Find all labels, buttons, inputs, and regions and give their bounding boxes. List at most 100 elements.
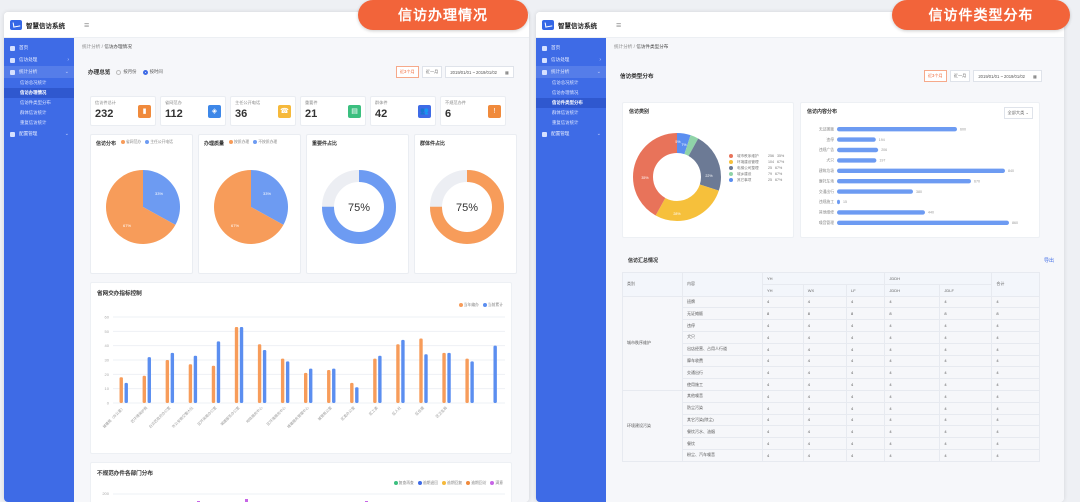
table-row[interactable]: 其它污染(除尘) 4 4 4 4 4 4 bbox=[623, 413, 1040, 427]
sidebar-item-handling[interactable]: 信访处理 › bbox=[536, 54, 606, 66]
table-row[interactable]: 犬只 4 4 4 4 4 4 bbox=[623, 330, 1040, 344]
table-row[interactable]: 使用施工 4 4 4 4 4 4 bbox=[623, 378, 1040, 391]
bar[interactable] bbox=[332, 368, 336, 403]
bar[interactable] bbox=[355, 387, 359, 403]
bar[interactable] bbox=[119, 377, 123, 403]
bar[interactable] bbox=[465, 358, 469, 403]
bar[interactable] bbox=[837, 168, 1005, 173]
sidebar-item-statistics[interactable]: 统计分析 ⌄ bbox=[536, 66, 606, 78]
bar-chart-title: 省网交办指标控制 bbox=[97, 291, 142, 297]
bar[interactable] bbox=[837, 137, 876, 142]
table-row[interactable]: 餐饮 4 4 4 4 4 4 bbox=[623, 437, 1040, 450]
breadcrumb-parent[interactable]: 统计分析 bbox=[614, 44, 632, 49]
bar[interactable] bbox=[350, 382, 354, 403]
export-button[interactable]: 导出 bbox=[1044, 257, 1054, 264]
table-row[interactable]: 防尘污染 4 4 4 4 4 4 bbox=[623, 401, 1040, 415]
table-row[interactable]: 出店经营、占用人行道 4 4 4 4 4 4 bbox=[623, 342, 1040, 356]
bar[interactable] bbox=[442, 352, 446, 403]
sidebar-sub-repeat[interactable]: 重复信访统计 bbox=[536, 118, 606, 128]
bar[interactable] bbox=[837, 220, 1009, 225]
table-row[interactable]: 餐饮污水、油烟 4 4 4 4 4 4 bbox=[623, 425, 1040, 439]
stat-card[interactable]: 主任公开电话 36 ☎ bbox=[230, 96, 296, 126]
sidebar-sub-types[interactable]: 信访件类型分布 bbox=[4, 98, 74, 108]
bar[interactable] bbox=[142, 375, 146, 403]
bar[interactable] bbox=[837, 189, 913, 194]
bar[interactable] bbox=[304, 372, 308, 403]
bar[interactable] bbox=[373, 358, 377, 403]
table-row[interactable]: 交通出行 4 4 4 4 4 4 bbox=[623, 366, 1040, 380]
bar[interactable] bbox=[188, 364, 193, 403]
bar[interactable] bbox=[837, 158, 877, 163]
table-row[interactable]: 摩车收费 4 4 4 4 4 4 bbox=[623, 354, 1040, 368]
stat-card[interactable]: 重要件 21 ▤ bbox=[300, 96, 366, 126]
bar[interactable] bbox=[124, 382, 128, 403]
date-range-input[interactable]: 2019/01/01 ~ 2019/01/02 ▦ bbox=[445, 66, 514, 78]
bar[interactable] bbox=[211, 365, 216, 403]
stat-card[interactable]: 省网范办 112 ◈ bbox=[160, 96, 226, 126]
stat-card[interactable]: 群体件 42 👥 bbox=[370, 96, 436, 126]
donut-label: 75% bbox=[348, 202, 370, 214]
menu-toggle-icon[interactable]: ≡ bbox=[84, 20, 89, 30]
bar[interactable] bbox=[327, 370, 331, 403]
sidebar-item-label: 首页 bbox=[551, 45, 561, 50]
table-row[interactable]: 环境建设污染 其他噪音 4 4 4 4 4 4 bbox=[622, 389, 1040, 462]
bar[interactable] bbox=[837, 210, 925, 215]
sidebar-item-home[interactable]: 首页 bbox=[4, 42, 74, 54]
bar[interactable] bbox=[262, 349, 267, 403]
sidebar-sub-repeat[interactable]: 重复信访统计 bbox=[4, 118, 74, 128]
bar[interactable] bbox=[837, 199, 840, 205]
bar[interactable] bbox=[239, 327, 244, 403]
breadcrumb-parent[interactable]: 统计分析 bbox=[82, 44, 100, 49]
bar[interactable] bbox=[170, 352, 175, 403]
bar[interactable] bbox=[837, 179, 971, 184]
sidebar-item-home[interactable]: 首页 bbox=[536, 42, 606, 54]
stat-card[interactable]: 信访件总计 232 ▮ bbox=[90, 96, 156, 126]
sidebar-sub-group[interactable]: 群体信访统计 bbox=[536, 108, 606, 118]
sidebar-sub-group[interactable]: 群体信访统计 bbox=[4, 108, 74, 118]
bar[interactable] bbox=[234, 327, 239, 403]
stat-card[interactable]: 不规范办件 6! bbox=[440, 96, 506, 126]
sidebar-sub-overview[interactable]: 信访总况统计 bbox=[536, 78, 606, 88]
category-select[interactable]: 全部大类 ⌄ bbox=[1003, 107, 1033, 119]
bar[interactable] bbox=[837, 127, 957, 132]
bar[interactable] bbox=[165, 360, 170, 403]
sidebar-item-statistics[interactable]: 统计分析 ⌄ bbox=[4, 66, 74, 78]
bar[interactable] bbox=[280, 358, 285, 403]
app-logo[interactable]: 智慧信访系统 bbox=[536, 12, 606, 38]
table-row[interactable]: 无证摊贩 8 8 8 8 8 8 bbox=[623, 307, 1040, 321]
bar[interactable] bbox=[493, 345, 497, 403]
sidebar-sub-handling[interactable]: 信访办理情况 bbox=[4, 88, 74, 98]
bar[interactable] bbox=[216, 341, 221, 403]
sidebar-item-handling[interactable]: 信访处理 › bbox=[4, 54, 74, 66]
bar[interactable] bbox=[147, 357, 151, 403]
sidebar-item-config[interactable]: 配置管理 ⌄ bbox=[536, 128, 606, 140]
bar[interactable] bbox=[285, 361, 290, 403]
bar[interactable] bbox=[470, 361, 474, 403]
sidebar-sub-types[interactable]: 信访件类型分布 bbox=[536, 98, 606, 108]
bar[interactable] bbox=[396, 344, 400, 403]
table-row[interactable]: 城市秩序维护 班牌 4 4 4 4 4 4 bbox=[622, 295, 1040, 391]
filter-3months-button[interactable]: 近3个月 bbox=[395, 66, 419, 78]
bar[interactable] bbox=[837, 147, 879, 153]
bar[interactable] bbox=[401, 339, 405, 403]
sidebar-sub-overview[interactable]: 信访总况统计 bbox=[4, 78, 74, 88]
bar[interactable] bbox=[193, 355, 198, 403]
filter-1month-button[interactable]: 近一月 bbox=[421, 66, 443, 78]
bar[interactable] bbox=[257, 344, 262, 403]
app-logo[interactable]: 智慧信访系统 bbox=[4, 12, 74, 38]
menu-toggle-icon[interactable]: ≡ bbox=[616, 20, 621, 30]
bar[interactable] bbox=[447, 352, 451, 403]
sidebar-sub-handling[interactable]: 信访办理情况 bbox=[536, 88, 606, 98]
filter-3months-button[interactable]: 近3个月 bbox=[923, 70, 947, 82]
table-row[interactable]: 违停 4 4 4 4 4 4 bbox=[623, 319, 1040, 332]
radio-by-time[interactable]: 按时间 bbox=[142, 69, 163, 75]
date-range-input[interactable]: 2019/01/01 ~ 2019/01/02 ▦ bbox=[973, 70, 1042, 82]
sidebar-item-config[interactable]: 配置管理 ⌄ bbox=[4, 128, 74, 140]
radio-by-month[interactable]: 按月份 bbox=[116, 69, 137, 75]
bar[interactable] bbox=[424, 354, 428, 403]
table-row[interactable]: 粉尘、汽车噪音 4 4 4 4 4 4 bbox=[623, 448, 1040, 462]
filter-1month-button[interactable]: 近一月 bbox=[949, 70, 971, 82]
bar[interactable] bbox=[378, 355, 382, 403]
bar[interactable] bbox=[309, 368, 313, 403]
bar[interactable] bbox=[419, 338, 423, 404]
